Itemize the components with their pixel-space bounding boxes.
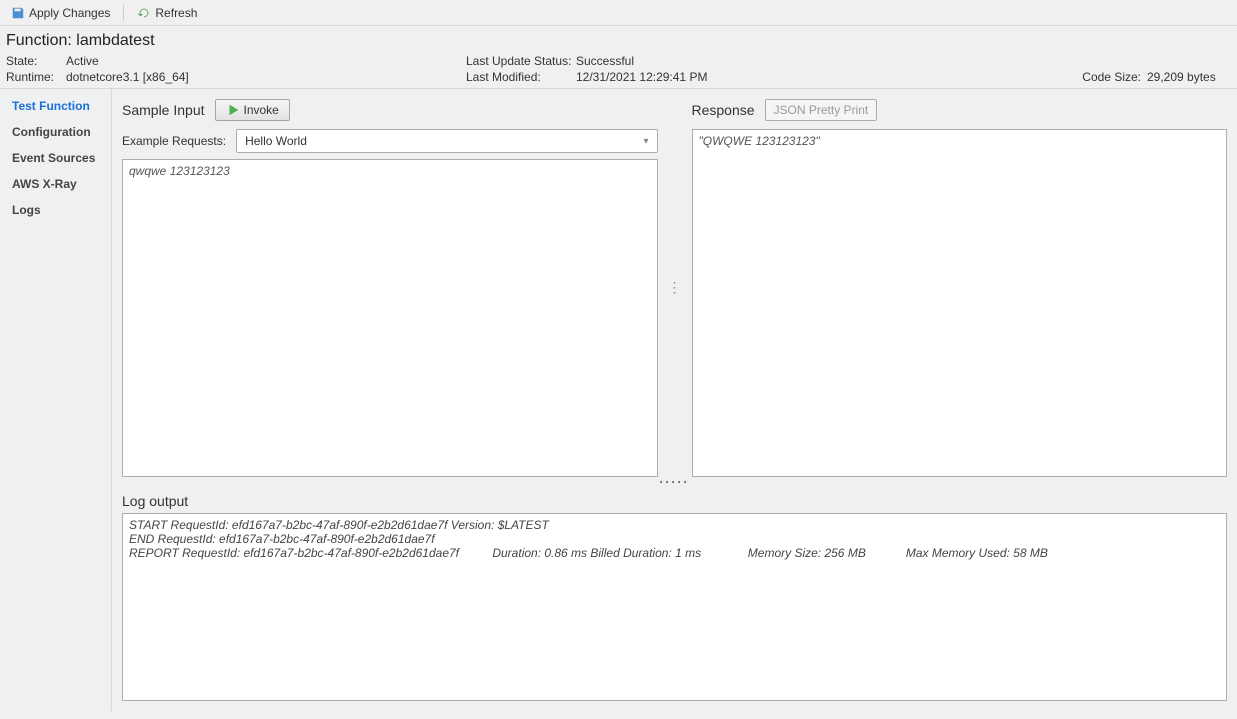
sample-input-panel: Sample Input Invoke Example Requests: He… xyxy=(122,97,658,477)
sidebar-item-label: Event Sources xyxy=(12,151,95,165)
log-output-textbox[interactable]: START RequestId: efd167a7-b2bc-47af-890f… xyxy=(122,513,1227,701)
last-mod-label: Last Modified: xyxy=(466,70,576,84)
apply-changes-button[interactable]: Apply Changes xyxy=(4,3,117,23)
refresh-icon xyxy=(137,6,151,20)
state-label: State: xyxy=(6,54,66,68)
play-icon xyxy=(226,103,240,117)
horizontal-splitter[interactable] xyxy=(122,477,1227,487)
chevron-down-icon: ▾ xyxy=(643,136,648,147)
example-requests-combo[interactable]: Hello World ▾ xyxy=(236,129,657,153)
sidebar-item-test-function[interactable]: Test Function xyxy=(0,93,111,119)
code-size-label: Code Size: xyxy=(876,70,1147,84)
function-header: Function: lambdatest State: Active Last … xyxy=(0,26,1237,88)
example-requests-value: Hello World xyxy=(245,134,307,148)
refresh-label: Refresh xyxy=(155,6,197,20)
sidebar-item-event-sources[interactable]: Event Sources xyxy=(0,145,111,171)
json-pretty-print-button[interactable]: JSON Pretty Print xyxy=(765,99,878,121)
last-status-value: Successful xyxy=(576,54,876,68)
sidebar-item-aws-xray[interactable]: AWS X-Ray xyxy=(0,171,111,197)
sidebar-item-label: AWS X-Ray xyxy=(12,177,77,191)
sidebar-item-label: Logs xyxy=(12,203,41,217)
invoke-button[interactable]: Invoke xyxy=(215,99,290,121)
state-value: Active xyxy=(66,54,466,68)
sidebar-item-label: Configuration xyxy=(12,125,91,139)
log-output-title: Log output xyxy=(122,493,1227,509)
example-requests-label: Example Requests: xyxy=(122,134,226,148)
toolbar: Apply Changes Refresh xyxy=(0,0,1237,26)
runtime-value: dotnetcore3.1 [x86_64] xyxy=(66,70,466,84)
vertical-splitter[interactable] xyxy=(672,97,678,477)
code-size-value: 29,209 bytes xyxy=(1147,70,1227,84)
toolbar-separator xyxy=(123,5,124,21)
log-output-panel: Log output START RequestId: efd167a7-b2b… xyxy=(122,489,1227,701)
last-mod-value: 12/31/2021 12:29:41 PM xyxy=(576,70,876,84)
apply-changes-label: Apply Changes xyxy=(29,6,110,20)
refresh-button[interactable]: Refresh xyxy=(130,3,204,23)
sidebar-item-label: Test Function xyxy=(12,99,90,113)
response-textbox[interactable]: "QWQWE 123123123" xyxy=(692,129,1228,477)
sidebar-item-logs[interactable]: Logs xyxy=(0,197,111,223)
function-title: Function: lambdatest xyxy=(6,32,1227,50)
invoke-label: Invoke xyxy=(244,103,279,117)
runtime-label: Runtime: xyxy=(6,70,66,84)
sidebar-item-configuration[interactable]: Configuration xyxy=(0,119,111,145)
response-panel: Response JSON Pretty Print "QWQWE 123123… xyxy=(692,97,1228,477)
response-title: Response xyxy=(692,102,755,118)
sidebar: Test Function Configuration Event Source… xyxy=(0,89,112,711)
last-status-label: Last Update Status: xyxy=(466,54,576,68)
save-icon xyxy=(11,6,25,20)
sample-input-title: Sample Input xyxy=(122,102,205,118)
sample-input-textbox[interactable]: qwqwe 123123123 xyxy=(122,159,658,477)
